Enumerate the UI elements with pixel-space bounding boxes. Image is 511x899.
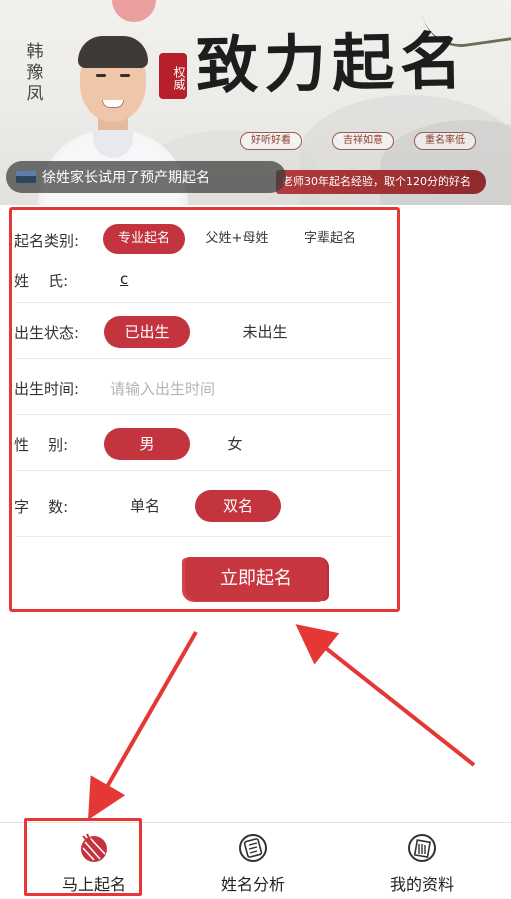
nav-item-name-analysis[interactable]: 姓名分析 [183,823,323,899]
nav-label: 我的资料 [389,875,454,894]
scroll-icon [239,834,267,862]
arrow-to-form [295,624,476,767]
nav-highlight-box [24,818,142,896]
annotation-arrows [88,624,476,820]
nav-item-my-profile[interactable]: 我的资料 [352,823,492,899]
arrow-to-nav [88,631,198,820]
nav-label: 姓名分析 [220,875,285,894]
book-icon [408,834,436,862]
